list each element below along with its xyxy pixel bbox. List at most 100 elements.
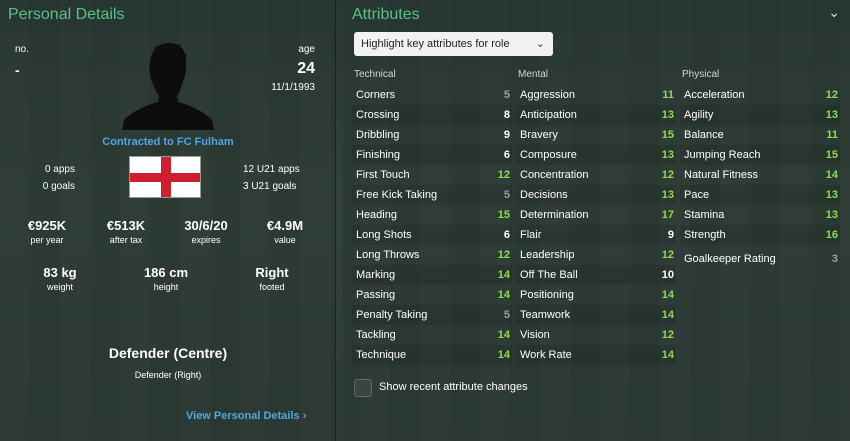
attribute-name: Aggression <box>520 89 576 101</box>
expires-label: expires <box>191 235 221 245</box>
attribute-value: 6 <box>503 149 510 161</box>
attribute-row[interactable]: Balance 11 <box>680 125 840 145</box>
england-flag-icon <box>129 156 201 198</box>
squad-number-value: - <box>15 62 20 78</box>
attribute-row[interactable]: Natural Fitness 14 <box>680 165 840 185</box>
mental-column: Mental Aggression 11 Anticipation 13 Bravery… <box>516 68 676 365</box>
attribute-row[interactable]: Free Kick Taking 5 <box>352 185 512 205</box>
attribute-row[interactable]: Long Shots 6 <box>352 225 512 245</box>
view-personal-details-label: View Personal Details <box>186 410 300 422</box>
attribute-value: 17 <box>661 209 674 221</box>
attribute-row[interactable]: Vision 12 <box>516 325 676 345</box>
attribute-row[interactable]: Flair 9 <box>516 225 676 245</box>
attribute-row[interactable]: Jumping Reach 15 <box>680 145 840 165</box>
attribute-value: 11 <box>662 89 674 101</box>
attribute-row[interactable]: Corners 5 <box>352 85 512 105</box>
attribute-value: 15 <box>497 209 510 221</box>
technical-attribute-list: Corners 5 Crossing 8 Dribbling 9 Finishing 6 Fir… <box>352 85 512 365</box>
attribute-row[interactable]: Marking 14 <box>352 265 512 285</box>
attribute-name: Dribbling <box>356 129 400 141</box>
attribute-name: Bravery <box>520 129 558 141</box>
attribute-name: Corners <box>356 89 396 101</box>
attribute-row[interactable]: Anticipation 13 <box>516 105 676 125</box>
attribute-row[interactable]: Bravery 15 <box>516 125 676 145</box>
attribute-row[interactable]: Concentration 12 <box>516 165 676 185</box>
attribute-name: Composure <box>520 149 577 161</box>
chevron-down-icon: ⌄ <box>535 38 545 50</box>
attribute-value: 6 <box>503 229 510 241</box>
attribute-row[interactable]: Strength 16 <box>680 225 840 245</box>
attribute-row[interactable]: Off The Ball 10 <box>516 265 676 285</box>
attribute-row[interactable]: Positioning 14 <box>516 285 676 305</box>
wage-label: per year <box>30 235 64 245</box>
attribute-row[interactable]: Decisions 13 <box>516 185 676 205</box>
attribute-row[interactable]: Penalty Taking 5 <box>352 305 512 325</box>
collapse-chevron-icon[interactable]: ⌄ <box>828 4 840 21</box>
attribute-value: 13 <box>661 189 674 201</box>
attribute-value: 16 <box>825 229 838 241</box>
attribute-name: Balance <box>684 129 724 141</box>
attribute-name: Teamwork <box>520 309 571 321</box>
attribute-name: Penalty Taking <box>356 309 428 321</box>
attribute-name: Anticipation <box>520 109 577 121</box>
attribute-row[interactable]: Dribbling 9 <box>352 125 512 145</box>
expires-value: 30/6/20 <box>184 218 228 233</box>
attribute-row[interactable]: Pace 13 <box>680 185 840 205</box>
attribute-name: Long Shots <box>356 229 412 241</box>
attribute-name: Acceleration <box>684 89 745 101</box>
attribute-value: 8 <box>503 109 510 121</box>
goalkeeper-rating-value: 3 <box>831 253 838 265</box>
attribute-row[interactable]: Acceleration 12 <box>680 85 840 105</box>
attributes-title: Attributes <box>352 6 420 23</box>
attribute-name: Passing <box>356 289 396 301</box>
u21-apps-count: 12 U21 apps <box>243 164 300 175</box>
physical-column: Physical Acceleration 12 Agility 13 Balance 1… <box>680 68 840 269</box>
highlight-attributes-dropdown-label: Highlight key attributes for role <box>361 38 510 50</box>
attribute-row[interactable]: Stamina 13 <box>680 205 840 225</box>
height-stat: 186 cm height <box>126 265 206 292</box>
attribute-row[interactable]: Passing 14 <box>352 285 512 305</box>
after-tax-label: after tax <box>109 235 143 245</box>
show-recent-changes-checkbox[interactable] <box>354 379 372 397</box>
attribute-row[interactable]: Long Throws 12 <box>352 245 512 265</box>
physical-attribute-list: Acceleration 12 Agility 13 Balance 11 Jumping … <box>680 85 840 245</box>
attribute-name: Determination <box>520 209 589 221</box>
attribute-value: 5 <box>503 189 510 201</box>
attribute-value: 13 <box>825 189 838 201</box>
date-of-birth: 11/1/1993 <box>271 82 315 93</box>
view-personal-details-link[interactable]: View Personal Details › <box>186 410 306 422</box>
attribute-row[interactable]: Leadership 12 <box>516 245 676 265</box>
attribute-row[interactable]: Crossing 8 <box>352 105 512 125</box>
attribute-row[interactable]: Teamwork 14 <box>516 305 676 325</box>
attribute-row[interactable]: Heading 15 <box>352 205 512 225</box>
attribute-value: 14 <box>497 269 510 281</box>
attribute-name: Strength <box>684 229 726 241</box>
attribute-value: 14 <box>661 289 674 301</box>
show-recent-changes-label: Show recent attribute changes <box>379 381 528 393</box>
attribute-row[interactable]: Composure 13 <box>516 145 676 165</box>
attribute-value: 9 <box>667 229 674 241</box>
age-label: age <box>298 44 315 55</box>
attribute-value: 14 <box>661 309 674 321</box>
attribute-row[interactable]: Finishing 6 <box>352 145 512 165</box>
attribute-row[interactable]: First Touch 12 <box>352 165 512 185</box>
age-value: 24 <box>297 60 315 77</box>
weight-stat: 83 kg weight <box>20 265 100 292</box>
goalkeeper-rating-label: Goalkeeper Rating <box>684 253 776 265</box>
footed-label: footed <box>259 282 285 292</box>
market-value-stat: €4.9M value <box>245 218 325 245</box>
contract-status[interactable]: Contracted to FC Fulham <box>0 136 336 148</box>
player-role: Defender (Right) <box>134 370 202 380</box>
attribute-value: 12 <box>497 169 510 181</box>
attribute-row[interactable]: Technique 14 <box>352 345 512 365</box>
attribute-row[interactable]: Determination 17 <box>516 205 676 225</box>
player-position: Defender (Centre) <box>108 345 228 361</box>
highlight-attributes-dropdown[interactable]: Highlight key attributes for role ⌄ <box>354 32 553 56</box>
attribute-row[interactable]: Tackling 14 <box>352 325 512 345</box>
attribute-row[interactable]: Agility 13 <box>680 105 840 125</box>
attribute-name: Concentration <box>520 169 589 181</box>
attribute-row[interactable]: Work Rate 14 <box>516 345 676 365</box>
attribute-row[interactable]: Aggression 11 <box>516 85 676 105</box>
attribute-value: 10 <box>661 269 674 281</box>
attribute-value: 14 <box>825 169 838 181</box>
